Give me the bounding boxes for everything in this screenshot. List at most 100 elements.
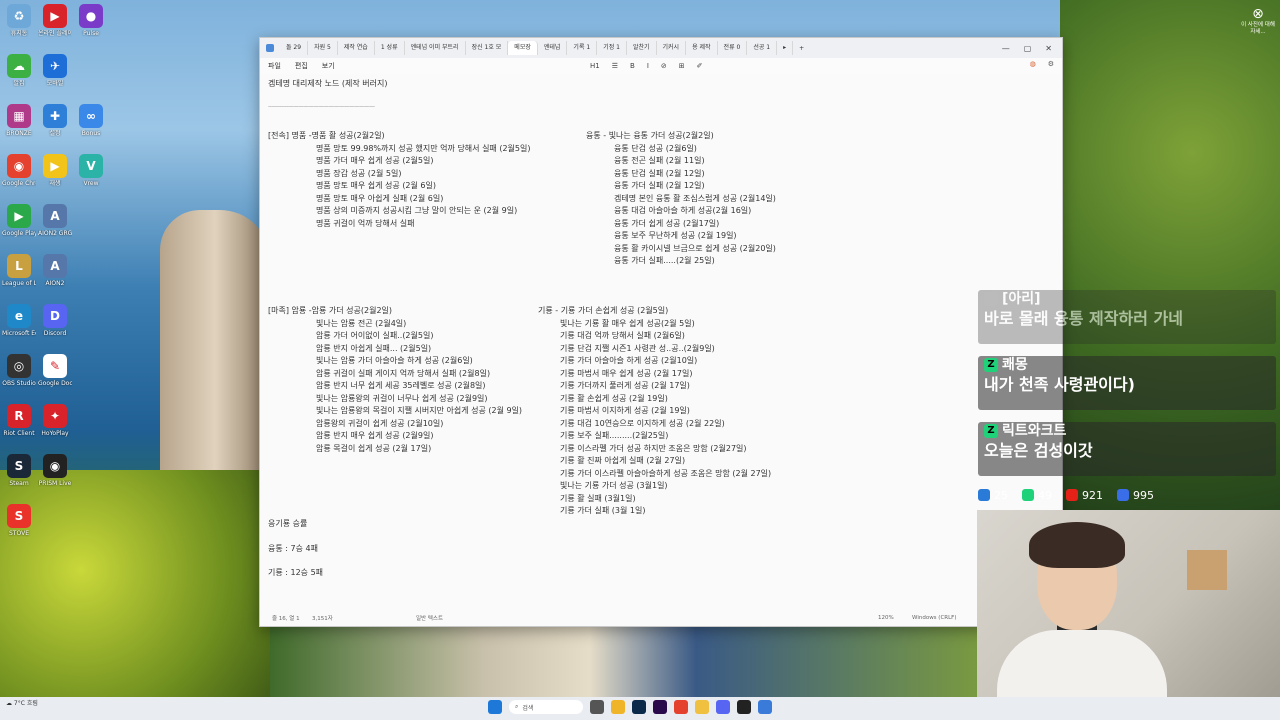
zicon bbox=[1022, 489, 1034, 501]
list-item: 융통 가더 실패 (2월 12일) bbox=[614, 181, 705, 190]
tab[interactable]: 1 성류 bbox=[375, 41, 405, 55]
format-button[interactable]: ✐ bbox=[697, 62, 703, 70]
file-explorer-icon[interactable] bbox=[611, 700, 625, 714]
menu-item[interactable]: 편집 bbox=[295, 61, 308, 71]
tab[interactable]: ▸ bbox=[777, 41, 794, 55]
desktop-icon[interactable]: ✈ 모바일 bbox=[38, 54, 72, 87]
desktop-icon[interactable]: ✦ HoYoPlay bbox=[38, 404, 72, 437]
desktop-icon[interactable]: ▶ Google Play Games bbox=[2, 204, 36, 237]
maximize-icon[interactable]: ▢ bbox=[1024, 44, 1032, 53]
desktop-icon[interactable]: ✎ Google Docs bbox=[38, 354, 72, 387]
top-right-overlay[interactable]: ⊗ 이 사진에 대해 자세... bbox=[1238, 6, 1278, 36]
desktop-icon[interactable]: S Steam bbox=[2, 454, 36, 487]
desktop-icon[interactable]: ▦ BRONZE bbox=[2, 104, 36, 137]
desktop-icon[interactable]: L League of Legends bbox=[2, 254, 36, 287]
tab[interactable]: 자원 5 bbox=[308, 41, 338, 55]
desktop-icon[interactable]: ☁ 알집 bbox=[2, 54, 36, 87]
desktop-icon[interactable]: ∞ Bonus bbox=[74, 104, 108, 137]
desktop-icon[interactable]: A AION2 bbox=[38, 254, 72, 287]
tab[interactable]: 선공 1 bbox=[747, 41, 778, 55]
task-view-icon[interactable] bbox=[590, 700, 604, 714]
close-icon[interactable]: ✕ bbox=[1045, 44, 1052, 53]
desktop-icon[interactable]: D Discord bbox=[38, 304, 72, 337]
format-button[interactable]: I bbox=[647, 62, 649, 70]
app-icon: V bbox=[79, 154, 103, 178]
notepad-icon[interactable] bbox=[758, 700, 772, 714]
format-button[interactable]: ☰ bbox=[612, 62, 618, 70]
count-value: 49 bbox=[1038, 488, 1052, 502]
copilot-icon[interactable]: ◍ bbox=[1030, 60, 1036, 68]
list-item: 기룡 활 실패 (3월1일) bbox=[560, 493, 636, 503]
search-box[interactable]: ⌕ 검색 bbox=[509, 700, 583, 714]
desktop-icon[interactable]: S STOVE bbox=[2, 504, 36, 537]
section-head: 기룡 - 기룡 가더 손쉽게 성공 (2월5일) bbox=[538, 306, 669, 315]
minimize-icon[interactable]: — bbox=[1002, 44, 1010, 53]
desktop-icon[interactable]: V Vrew bbox=[74, 154, 108, 187]
list-item: 융통 보주 무난하게 성공 (2월 19일) bbox=[614, 231, 737, 240]
app-icon: A bbox=[43, 204, 67, 228]
desktop-icon-label: HoYoPlay bbox=[41, 430, 69, 437]
desktop-icon[interactable]: ♻ 휴지통 bbox=[2, 4, 36, 37]
desktop-icon[interactable]: ◉ PRISM Live bbox=[38, 454, 72, 487]
tab[interactable]: 기커시 bbox=[657, 41, 687, 55]
chat-user: [아리] bbox=[978, 290, 1276, 308]
desktop-icon[interactable]: e Microsoft Edge bbox=[2, 304, 36, 337]
app-icon: ✎ bbox=[43, 354, 67, 378]
menu-item[interactable]: 보기 bbox=[322, 61, 335, 71]
new-tab-icon[interactable]: + bbox=[793, 45, 810, 52]
folder-icon[interactable] bbox=[695, 700, 709, 714]
desktop-icon[interactable]: ◉ Google Chrome bbox=[2, 154, 36, 187]
desktop-icon-label: STOVE bbox=[9, 530, 29, 537]
tab[interactable]: 기정 1 bbox=[597, 41, 627, 55]
tab[interactable]: 엔테넘 bbox=[538, 41, 568, 55]
status-chars: 3,151자 bbox=[312, 616, 333, 622]
desktop-icon-label: Google Play Games bbox=[2, 230, 36, 237]
tab[interactable]: 메모장 bbox=[508, 41, 538, 55]
app-icon: S bbox=[7, 454, 31, 478]
section-head: [전속] 명품 -명품 활 성공(2월2일) bbox=[268, 131, 385, 140]
win-rate-title: 응기룡 승률 bbox=[268, 519, 308, 528]
chat-user: Z 쾌몽 bbox=[978, 356, 1276, 374]
tab[interactable]: 용 제작 bbox=[686, 41, 718, 55]
desktop-icon-label: League of Legends bbox=[2, 280, 36, 287]
tab[interactable]: 제작 연습 bbox=[338, 41, 375, 55]
menu-item[interactable]: 파일 bbox=[268, 61, 281, 71]
document-body[interactable]: 겜테명 대리제작 노드 (제작 버러지) -------------------… bbox=[268, 78, 1054, 610]
doc-title: 겜테명 대리제작 노드 (제작 버러지) bbox=[268, 79, 388, 88]
tab[interactable]: 기록 1 bbox=[567, 41, 598, 55]
capcut-icon[interactable] bbox=[737, 700, 751, 714]
desktop-icon[interactable]: A AION2 GRG bbox=[38, 204, 72, 237]
section-chunjok: [전속] 명품 -명품 활 성공(2월2일) 명품 망토 99.98%까지 성공… bbox=[268, 130, 530, 230]
status-zoom[interactable]: 120% bbox=[878, 615, 894, 621]
desktop-icon[interactable]: R Riot Client bbox=[2, 404, 36, 437]
desktop-icon[interactable]: ◎ OBS Studio bbox=[2, 354, 36, 387]
desktop-icon[interactable]: ✚ 설정 bbox=[38, 104, 72, 137]
settings-icon[interactable]: ⚙ bbox=[1048, 60, 1054, 68]
discord-icon[interactable] bbox=[716, 700, 730, 714]
desktop-icon-label: AION2 GRG bbox=[38, 230, 72, 237]
chrome-icon[interactable] bbox=[674, 700, 688, 714]
format-button[interactable]: ⊘ bbox=[661, 62, 667, 70]
weather-widget[interactable]: ☁ 7°C 흐림 bbox=[6, 700, 38, 707]
tab[interactable]: 장신 1호 모 bbox=[466, 41, 509, 55]
format-button[interactable]: H1 bbox=[590, 62, 600, 70]
tab[interactable]: 엔테넘 이미 부트리 bbox=[405, 41, 466, 55]
tab[interactable]: 돌 29 bbox=[280, 41, 309, 55]
list-item: 겜테명 본인 융통 활 조심스럽게 성공 (2월14일) bbox=[614, 193, 776, 203]
viewer-count: 49 bbox=[1022, 489, 1052, 502]
desktop-icon[interactable]: ● Pulse bbox=[74, 4, 108, 37]
premiere-icon[interactable] bbox=[653, 700, 667, 714]
app-icon: ☁ bbox=[7, 54, 31, 78]
tab[interactable]: 알찬기 bbox=[627, 41, 657, 55]
app-icon: S bbox=[7, 504, 31, 528]
format-button[interactable]: B bbox=[630, 62, 635, 70]
desktop-icon[interactable]: ▶ 온라인 플레이어 bbox=[38, 4, 72, 37]
photoshop-icon[interactable] bbox=[632, 700, 646, 714]
format-button[interactable]: ⊞ bbox=[679, 62, 685, 70]
tab[interactable]: 전류 0 bbox=[718, 41, 748, 55]
start-icon[interactable] bbox=[488, 700, 502, 714]
platform-icon bbox=[984, 292, 998, 306]
win-rate-yungtong: 융통 : 7승 4패 bbox=[268, 543, 318, 553]
doc-divider: ----------------------------------------… bbox=[268, 102, 375, 110]
desktop-icon[interactable]: ▶ 재생 bbox=[38, 154, 72, 187]
